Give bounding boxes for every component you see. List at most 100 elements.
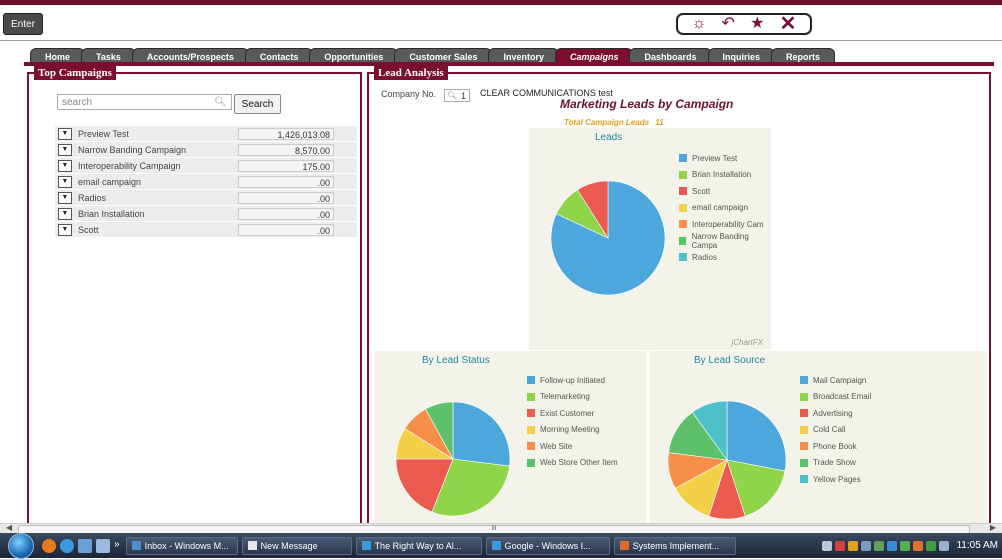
taskbar-window-button[interactable]: New Message [241,536,352,555]
campaign-name: Brian Installation [78,208,145,219]
leads-chart-panel: Leads Preview Test Brian Installation Scot… [529,128,771,350]
legend-swatch [527,409,535,418]
taskbar-buttons: Inbox - Windows M... New Message The Right… [125,536,740,555]
top-accent-bar [0,0,1002,5]
search-button[interactable]: Search [234,94,281,114]
lead-status-legend: Follow-up Initiated Telemarketing Exist Cu… [527,372,618,471]
legend-item: Telemarketing [527,389,618,406]
row-dropdown-icon[interactable]: ▼ [58,207,72,220]
window-icon [619,541,629,550]
taskbar-window-button[interactable]: Inbox - Windows M... [125,536,238,555]
legend-item: Web Store Other Item [527,455,618,472]
start-button[interactable] [8,532,34,559]
taskbar-window-button[interactable]: Systems Implement... [613,536,736,555]
legend-label: Broadcast Email [813,392,872,402]
scrollbar-grip: III [491,526,497,532]
star-icon[interactable]: ★ [750,16,764,32]
app-icon[interactable] [848,540,859,551]
user-icon[interactable] [861,540,872,551]
network-icon[interactable] [874,540,885,551]
volume-icon[interactable] [939,540,950,551]
printer-icon[interactable] [822,540,833,551]
campaign-value: 8,570.00 [238,143,334,156]
legend-item: email campaign [679,200,771,217]
firefox-icon[interactable] [42,538,56,553]
pie-slice[interactable] [726,400,787,472]
table-row[interactable]: ▼ Brian Installation .00 [55,206,357,222]
legend-label: Advertising [813,408,853,418]
legend-label: Telemarketing [540,392,590,402]
window-title: The Right Way to Al... [374,540,462,551]
table-row[interactable]: ▼ Radios .00 [55,190,357,206]
legend-label: Brian Installation [692,170,752,180]
legend-swatch [800,458,808,467]
window-icon [247,541,257,550]
show-desktop-icon[interactable] [78,538,92,553]
campaign-name: Radios [78,192,107,203]
campaign-value: .00 [238,191,334,204]
legend-swatch [679,236,687,245]
legend-label: Narrow Banding Campa [691,231,749,250]
taskbar-window-button[interactable]: The Right Way to Al... [355,536,482,555]
legend-swatch [679,187,687,196]
campaign-name: email campaign [78,176,142,187]
company-label: Company No. [381,89,437,99]
lead-source-legend: Mail Campaign Broadcast Email Advertising C… [800,372,871,488]
taskbar-chevron[interactable]: » [114,539,120,553]
legend-item: Follow-up Initiated [527,372,618,389]
row-dropdown-icon[interactable]: ▼ [58,143,72,156]
lead-source-chart-panel: By Lead Source Mail Campaign Broadcast Em… [650,351,987,523]
row-dropdown-icon[interactable]: ▼ [58,175,72,188]
table-row[interactable]: ▼ Preview Test 1,426,013.08 [55,126,357,142]
legend-item: Scott [679,183,771,200]
leads-legend: Preview Test Brian Installation Scott email… [679,150,771,266]
taskbar-window-button[interactable]: Google - Windows I... [485,536,610,555]
action-toolbar: ☼ ↶ ★ ✕ [676,13,812,35]
scroll-left-icon[interactable]: ◀ [6,523,12,532]
main-tabs: Home Tasks Accounts/Prospects Contacts Oppor… [30,48,836,64]
table-row[interactable]: ▼ Scott .00 [55,222,357,238]
window-switcher-icon[interactable] [96,538,110,553]
security-icon[interactable] [926,540,937,551]
legend-item: Interoperability Cam [679,216,771,233]
legend-swatch [527,392,535,401]
search-input[interactable]: search 🔍︎ [57,94,232,110]
legend-label: Phone Book [813,441,857,451]
legend-item: Brian Installation [679,167,771,184]
windows-taskbar: » Inbox - Windows M... New Message The Rig… [0,532,1002,559]
table-row[interactable]: ▼ email campaign .00 [55,174,357,190]
campaign-name: Preview Test [78,128,129,139]
company-number-field[interactable]: 🔍︎ 1 [444,89,470,102]
pie-slice[interactable] [452,401,511,467]
lead-status-chart-panel: By Lead Status Follow-up Initiated Telema… [375,351,646,523]
row-dropdown-icon[interactable]: ▼ [58,159,72,172]
lookup-icon[interactable]: 🔍︎ [447,91,457,100]
row-dropdown-icon[interactable]: ▼ [58,191,72,204]
window-title: New Message [260,540,318,551]
pdf-icon[interactable] [835,540,846,551]
scroll-right-icon[interactable]: ▶ [990,523,996,532]
ie-icon[interactable] [60,538,74,553]
legend-swatch [527,425,535,434]
close-icon[interactable]: ✕ [780,14,797,34]
row-dropdown-icon[interactable]: ▼ [58,223,72,236]
legend-swatch [679,170,687,179]
row-dropdown-icon[interactable]: ▼ [58,127,72,140]
table-row[interactable]: ▼ Interoperability Campaign 175.00 [55,158,357,174]
quick-launch: » [42,538,120,553]
table-row[interactable]: ▼ Narrow Banding Campaign 8,570.00 [55,142,357,158]
campaign-value: 175.00 [238,159,334,172]
antivirus-icon[interactable] [913,540,924,551]
legend-label: Yellow Pages [813,474,861,484]
sync-icon[interactable] [887,540,898,551]
legend-label: Morning Meeting [540,425,600,435]
back-arrow-icon[interactable]: ↶ [721,16,734,32]
messenger-icon[interactable] [900,540,911,551]
enter-button[interactable]: Enter [3,13,43,35]
sun-icon[interactable]: ☼ [692,16,707,32]
legend-item: Exist Customer [527,405,618,422]
legend-swatch [527,458,535,467]
legend-swatch [800,425,808,434]
legend-label: Exist Customer [540,408,595,418]
system-tray: 11:05 AM [822,533,998,558]
